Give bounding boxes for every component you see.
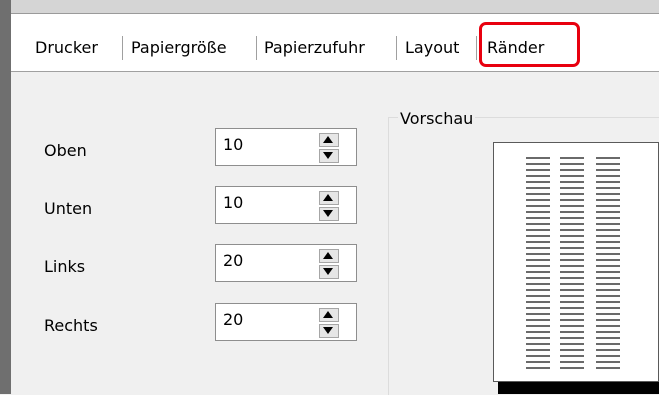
spinbox-links[interactable]: 20 (215, 244, 357, 282)
spinbox-rechts[interactable]: 20 (215, 303, 357, 341)
spin-down-icon[interactable] (319, 149, 339, 163)
label-oben: Oben (44, 141, 87, 160)
spinbox-oben[interactable]: 10 (215, 128, 357, 166)
tab-papiergroesse[interactable]: Papiergröße (131, 35, 227, 61)
tab-separator (396, 36, 397, 60)
preview-text-lines (526, 157, 620, 369)
spinbox-unten[interactable]: 10 (215, 186, 357, 224)
spin-up-icon[interactable] (319, 133, 339, 147)
preview-page (493, 142, 659, 382)
window-top-strip (0, 0, 659, 13)
label-links: Links (44, 257, 86, 276)
spinbox-rechts-value[interactable]: 20 (223, 310, 243, 330)
spinbox-unten-value[interactable]: 10 (223, 193, 243, 213)
window-left-edge (0, 0, 11, 394)
tab-separator (256, 36, 257, 60)
spin-up-icon[interactable] (319, 308, 339, 322)
preview-title: Vorschau (398, 109, 476, 128)
tab-raender[interactable]: Ränder (487, 35, 544, 61)
spin-down-icon[interactable] (319, 324, 339, 338)
label-unten: Unten (44, 199, 93, 218)
label-rechts: Rechts (44, 316, 98, 335)
tab-papierzufuhr[interactable]: Papierzufuhr (264, 35, 365, 61)
spin-up-icon[interactable] (319, 249, 339, 263)
tab-bar: Drucker Papiergröße Papierzufuhr Layout … (11, 13, 659, 72)
tab-separator (476, 36, 477, 60)
tab-layout[interactable]: Layout (405, 35, 459, 61)
tab-drucker[interactable]: Drucker (35, 35, 98, 61)
spinbox-links-value[interactable]: 20 (223, 251, 243, 271)
tab-underline (11, 71, 659, 72)
spin-down-icon[interactable] (319, 265, 339, 279)
spin-up-icon[interactable] (319, 191, 339, 205)
spinbox-oben-value[interactable]: 10 (223, 135, 243, 155)
spin-down-icon[interactable] (319, 207, 339, 221)
tab-separator (122, 36, 123, 60)
